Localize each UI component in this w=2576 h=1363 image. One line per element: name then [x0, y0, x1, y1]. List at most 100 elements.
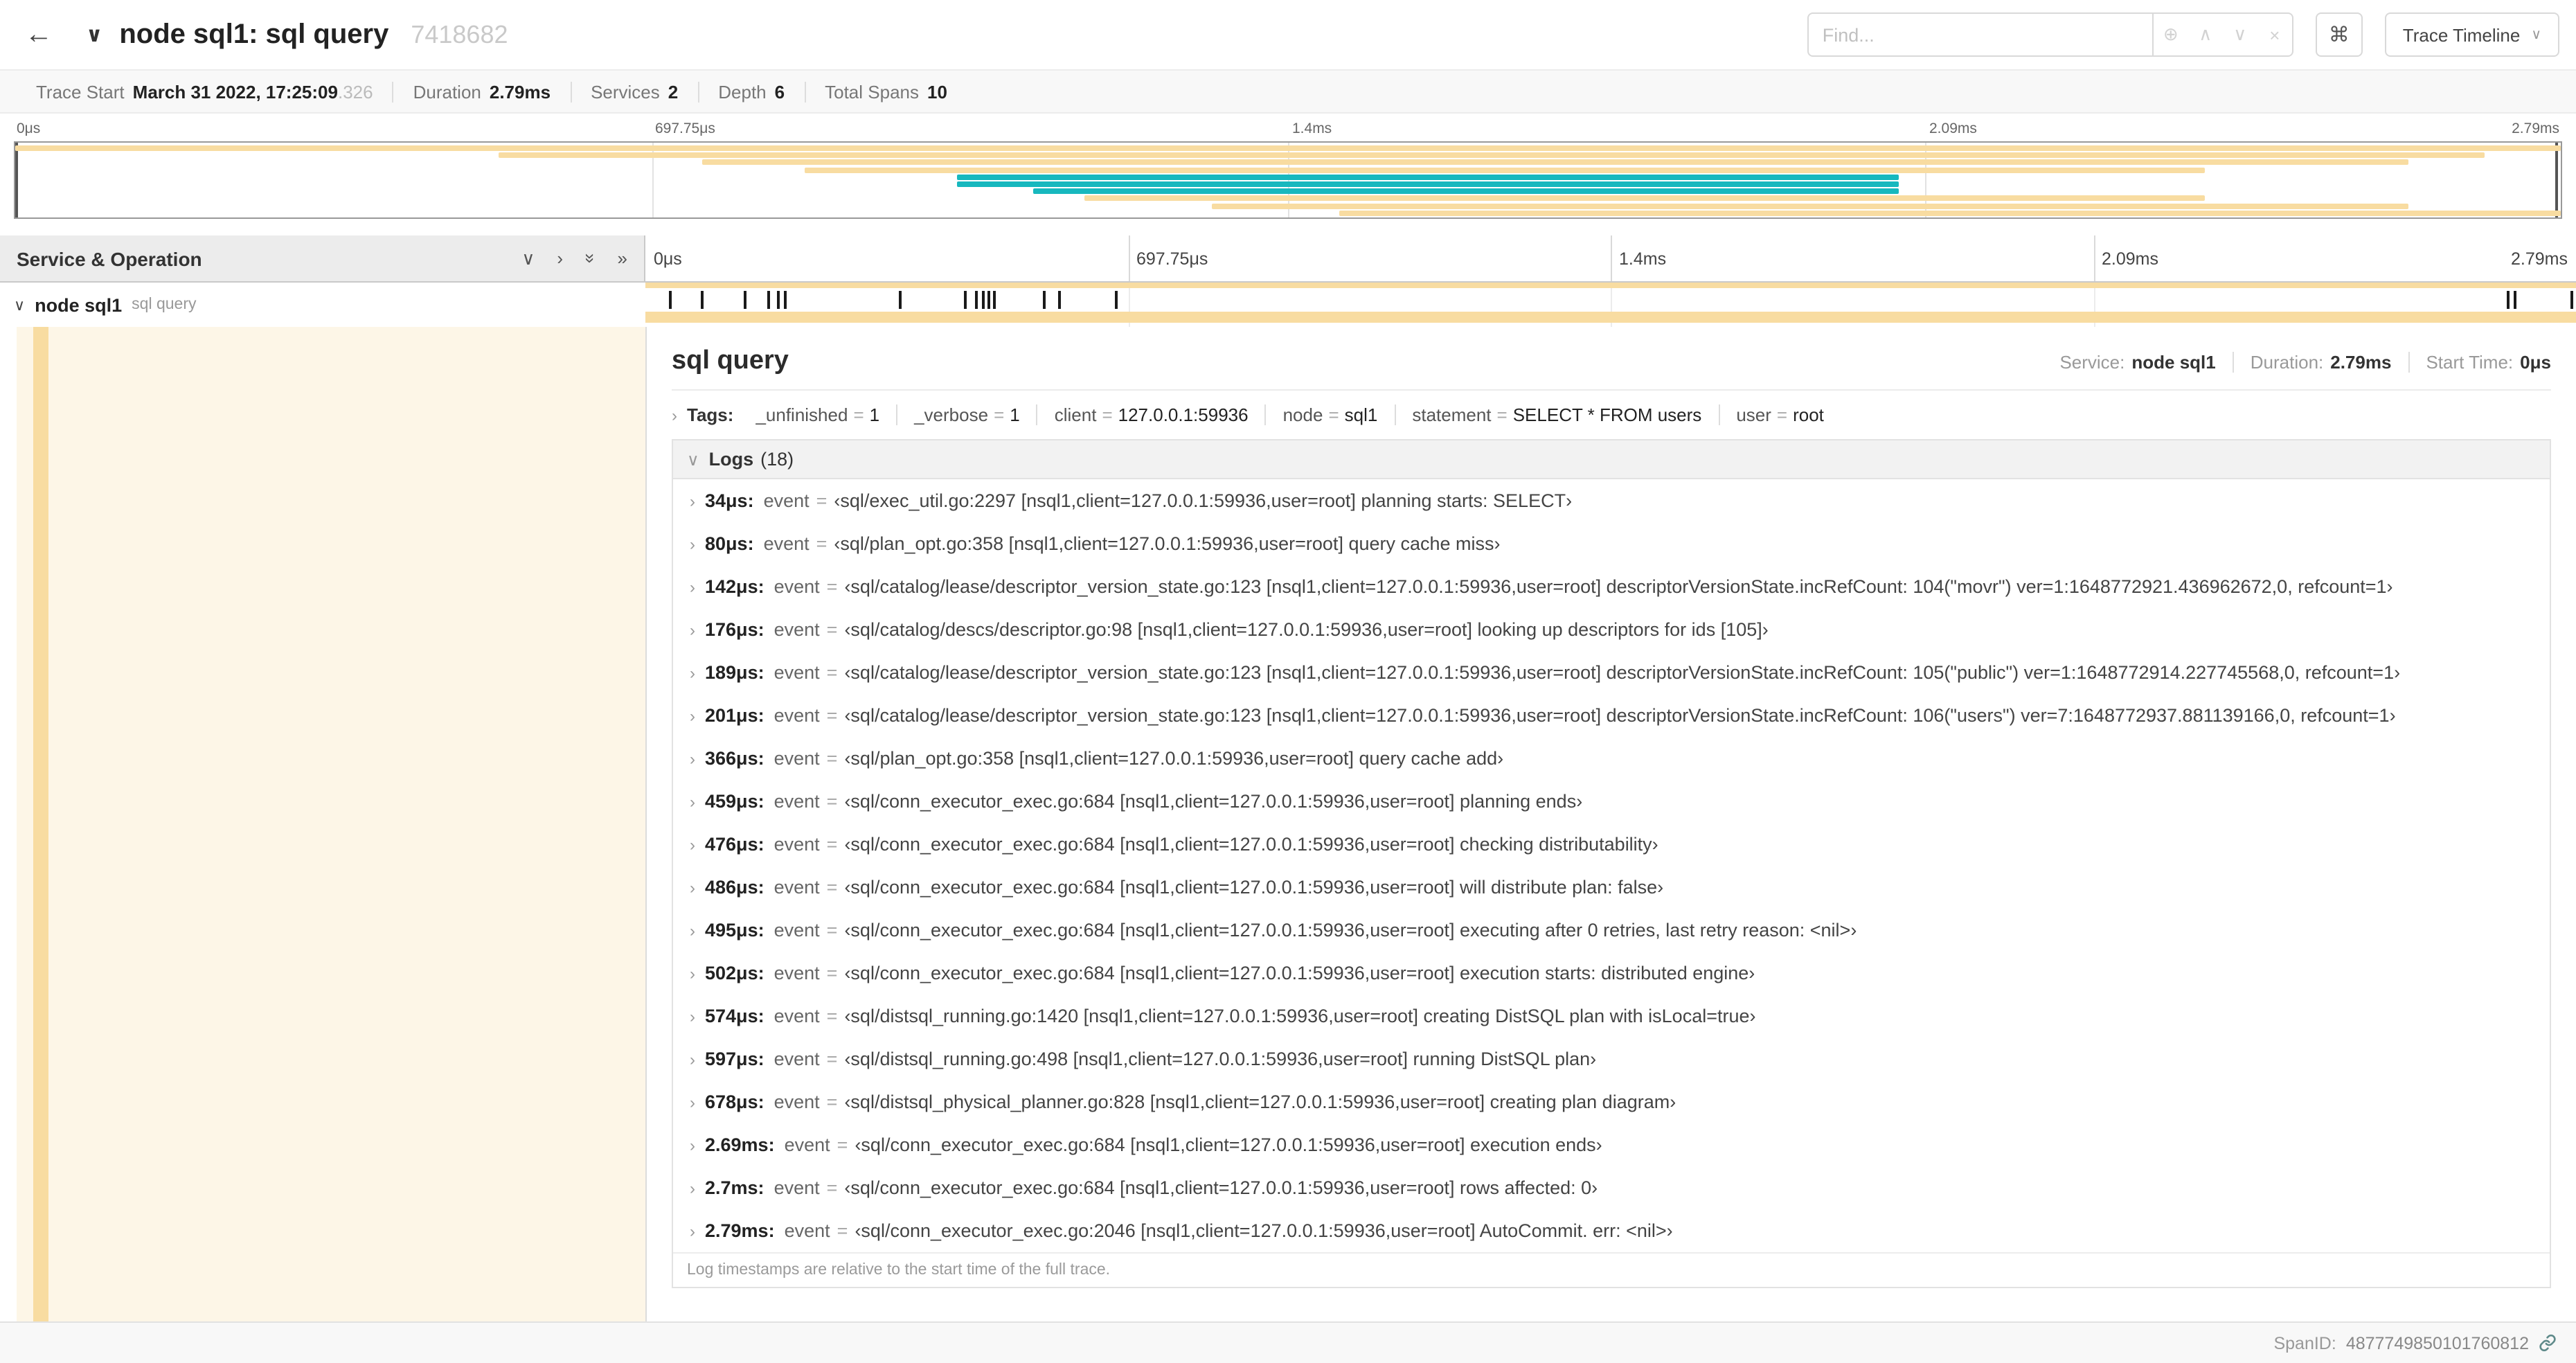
span-row-timeline[interactable]	[645, 283, 2576, 327]
span-meta-value: 2.79ms	[2330, 352, 2392, 373]
log-entry[interactable]: › 2.7ms: event = ‹sql/conn_executor_exec…	[673, 1166, 2550, 1209]
log-equals: =	[816, 490, 828, 511]
log-timestamp: 678μs:	[705, 1092, 764, 1112]
log-entry[interactable]: › 459μs: event = ‹sql/conn_executor_exec…	[673, 780, 2550, 823]
log-entry[interactable]: › 80μs: event = ‹sql/plan_opt.go:358 [ns…	[673, 522, 2550, 565]
log-entry[interactable]: › 189μs: event = ‹sql/catalog/lease/desc…	[673, 651, 2550, 694]
collapse-one-icon[interactable]: ∨	[521, 249, 535, 267]
span-bar[interactable]	[645, 312, 2576, 323]
prev-match-icon[interactable]: ∧	[2188, 14, 2223, 55]
focus-match-icon[interactable]: ⊕	[2154, 14, 2188, 55]
minimap-axis-label: 697.75μs	[655, 121, 715, 137]
logs-toggle-header[interactable]: ∨ Logs (18)	[673, 440, 2550, 479]
log-timestamp: 597μs:	[705, 1049, 764, 1069]
trace-view-selector[interactable]: Trace Timeline ∨	[2384, 12, 2559, 57]
log-tick	[898, 291, 902, 309]
log-tick	[992, 291, 996, 309]
viewport-start-handle[interactable]	[15, 143, 18, 217]
span-id-value: 4877749850101760812	[2345, 1333, 2529, 1353]
log-timestamp: 2.79ms:	[705, 1220, 775, 1241]
find-input[interactable]	[1807, 12, 2154, 57]
tag-item: user = root	[1718, 404, 1841, 425]
chevron-right-icon: ›	[690, 964, 695, 983]
chevron-right-icon: ›	[690, 621, 695, 640]
summary-value: 10	[927, 81, 947, 102]
log-value: ‹sql/catalog/descs/descriptor.go:98 [nsq…	[844, 619, 1769, 640]
span-row-gutter	[0, 327, 645, 1321]
log-timestamp: 486μs:	[705, 877, 764, 898]
log-entry[interactable]: › 476μs: event = ‹sql/conn_executor_exec…	[673, 823, 2550, 866]
log-entry[interactable]: › 597μs: event = ‹sql/distsql_running.go…	[673, 1037, 2550, 1080]
minimap-canvas[interactable]	[14, 141, 2562, 219]
log-entry[interactable]: › 201μs: event = ‹sql/catalog/lease/desc…	[673, 694, 2550, 737]
clear-find-icon[interactable]: ×	[2257, 14, 2292, 55]
collapse-trace-header-icon[interactable]: ∨	[86, 22, 102, 47]
back-arrow-icon: ←	[25, 19, 53, 49]
span-row[interactable]: ∨ node sql1 sql query	[0, 283, 2576, 327]
log-entry[interactable]: › 678μs: event = ‹sql/distsql_physical_p…	[673, 1080, 2550, 1123]
log-tick	[2514, 291, 2517, 309]
collapse-span-icon[interactable]: ∨	[14, 296, 25, 314]
log-equals: =	[826, 662, 838, 683]
log-entry[interactable]: › 142μs: event = ‹sql/catalog/lease/desc…	[673, 565, 2550, 608]
tag-item: client = 127.0.0.1:59936	[1036, 404, 1265, 425]
log-timestamp: 574μs:	[705, 1006, 764, 1026]
keyboard-shortcuts-button[interactable]: ⌘	[2315, 12, 2363, 57]
span-detail-title: sql query	[672, 346, 789, 375]
log-timestamp: 201μs:	[705, 705, 764, 726]
log-tick	[1058, 291, 1062, 309]
log-entry[interactable]: › 495μs: event = ‹sql/conn_executor_exec…	[673, 909, 2550, 952]
log-tick	[784, 291, 787, 309]
log-timestamp: 459μs:	[705, 791, 764, 812]
minimap-span-bar	[1084, 195, 2205, 202]
log-value: ‹sql/conn_executor_exec.go:684 [nsql1,cl…	[844, 963, 1755, 983]
back-button[interactable]: ←	[17, 12, 61, 57]
collapse-all-icon[interactable]: »	[580, 253, 600, 263]
trace-timeline-page: ← ∨ node sql1: sql query 7418682 ⊕ ∧ ∨ ×…	[0, 0, 2576, 1363]
span-id-label: SpanID:	[2273, 1333, 2336, 1353]
log-entry[interactable]: › 486μs: event = ‹sql/conn_executor_exec…	[673, 866, 2550, 909]
span-operation-name: sql query	[132, 296, 197, 313]
log-timestamp: 2.7ms:	[705, 1177, 764, 1198]
expand-all-icon[interactable]: »	[618, 249, 627, 267]
next-match-icon[interactable]: ∨	[2223, 14, 2257, 55]
log-entry[interactable]: › 34μs: event = ‹sql/exec_util.go:2297 […	[673, 479, 2550, 522]
minimap-span-bar	[1033, 188, 1899, 195]
summary-item: Duration 2.79ms	[392, 81, 570, 102]
tag-key: statement	[1412, 404, 1492, 425]
span-row-label[interactable]: ∨ node sql1 sql query	[0, 283, 645, 327]
log-equals: =	[826, 920, 838, 941]
log-equals: =	[837, 1220, 848, 1241]
timeline-section: Service & Operation ∨ › » » 0μs 697.75μs…	[0, 235, 2576, 1363]
expand-one-icon[interactable]: ›	[557, 249, 563, 267]
log-entry[interactable]: › 366μs: event = ‹sql/plan_opt.go:358 [n…	[673, 737, 2550, 780]
log-entry[interactable]: › 176μs: event = ‹sql/catalog/descs/desc…	[673, 608, 2550, 651]
log-timestamp: 34μs:	[705, 490, 754, 511]
find-controls: ⊕ ∧ ∨ ×	[2153, 12, 2293, 57]
chevron-right-icon: ›	[690, 835, 695, 855]
span-meta-label: Start Time:	[2426, 352, 2514, 373]
tag-key: _verbose	[914, 404, 989, 425]
logs-count: (18)	[760, 449, 794, 470]
log-value: ‹sql/conn_executor_exec.go:684 [nsql1,cl…	[844, 920, 1857, 941]
deep-link-icon[interactable]	[2539, 1334, 2557, 1352]
log-tick	[776, 291, 780, 309]
chevron-right-icon: ›	[690, 749, 695, 769]
log-tick	[767, 291, 770, 309]
chevron-right-icon: ›	[690, 792, 695, 812]
log-entry[interactable]: › 574μs: event = ‹sql/distsql_running.go…	[673, 995, 2550, 1037]
log-equals: =	[826, 877, 838, 898]
tags-toggle-row[interactable]: › Tags: _unfinished = 1 _verbose = 1 cli…	[672, 391, 2551, 434]
viewport-end-handle[interactable]	[2555, 143, 2558, 217]
log-entry[interactable]: › 502μs: event = ‹sql/conn_executor_exec…	[673, 952, 2550, 995]
summary-label: Services	[591, 81, 660, 102]
log-value: ‹sql/conn_executor_exec.go:684 [nsql1,cl…	[844, 877, 1664, 898]
timeline-columns-header: Service & Operation ∨ › » » 0μs 697.75μs…	[0, 235, 2576, 283]
chevron-right-icon: ›	[690, 1050, 695, 1069]
log-timestamp: 366μs:	[705, 748, 764, 769]
chevron-right-icon: ›	[690, 1179, 695, 1198]
log-entry[interactable]: › 2.79ms: event = ‹sql/conn_executor_exe…	[673, 1209, 2550, 1252]
log-tick	[987, 291, 990, 309]
log-entry[interactable]: › 2.69ms: event = ‹sql/conn_executor_exe…	[673, 1123, 2550, 1166]
summary-item: Services 2	[570, 81, 697, 102]
